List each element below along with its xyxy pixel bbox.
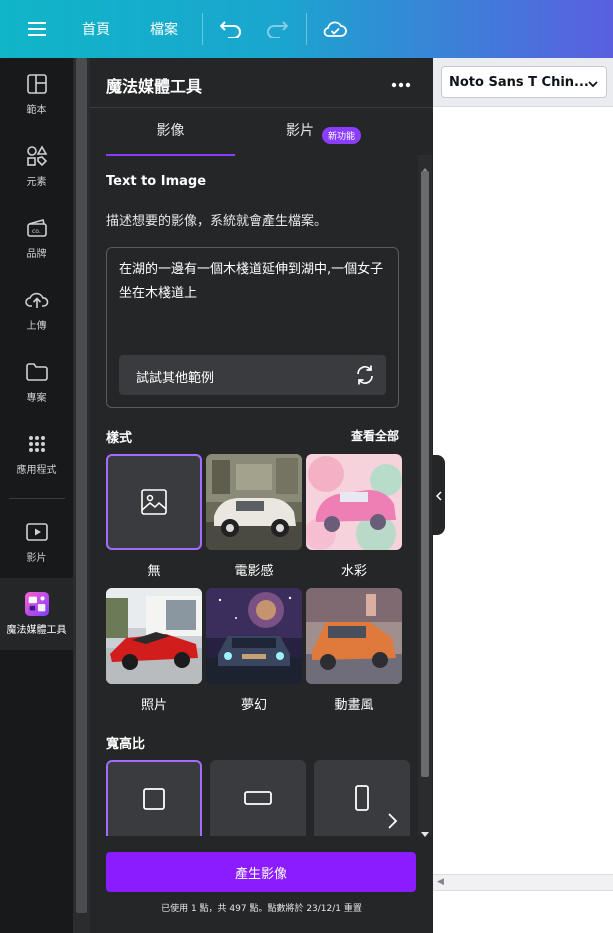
font-family-select[interactable]: Noto Sans T Chin... <box>441 66 607 98</box>
image-placeholder-icon <box>141 489 167 519</box>
sidebar-item-label: 品牌 <box>26 249 47 260</box>
sidebar-item-label: 魔法媒體工具 <box>6 625 67 636</box>
magic-media-icon <box>24 592 49 616</box>
home-link[interactable]: 首頁 <box>70 0 122 58</box>
style-label: 水彩 <box>340 564 367 579</box>
hamburger-menu-icon[interactable] <box>18 0 56 58</box>
sidebar-item-label: 範本 <box>26 105 47 116</box>
style-label: 夢幻 <box>240 698 267 713</box>
chevron-down-icon <box>587 75 599 94</box>
elements-icon <box>25 144 49 168</box>
tab-image[interactable]: 影像 <box>106 120 235 156</box>
see-all-link[interactable]: 查看全部 <box>351 427 399 444</box>
description-text: 描述想要的影像，系統就會產生檔案。 <box>106 214 328 229</box>
square-ratio-icon <box>142 787 166 815</box>
apps-grid-icon <box>25 432 49 456</box>
style-card-photo[interactable] <box>106 588 202 684</box>
portrait-ratio-icon <box>353 784 371 816</box>
sidebar-item-upload[interactable]: 上傳 <box>0 274 73 346</box>
cinematic-thumbnail <box>206 454 302 550</box>
redo-icon[interactable] <box>260 0 294 58</box>
horizontal-scrollbar[interactable]: ◀ <box>433 874 613 890</box>
sidebar-item-label: 影片 <box>26 553 47 564</box>
top-bar: 首頁 檔案 <box>0 0 613 58</box>
sidebar-item-label: 專案 <box>26 393 47 404</box>
folder-icon <box>25 360 49 384</box>
sidebar-item-video[interactable]: 影片 <box>0 506 73 578</box>
refresh-icon <box>354 364 376 390</box>
design-canvas[interactable] <box>433 106 613 874</box>
rail-scrollbar[interactable] <box>73 58 90 933</box>
style-card-none[interactable] <box>106 454 202 550</box>
try-examples-button[interactable]: 試試其他範例 <box>119 355 386 395</box>
prompt-text[interactable]: 在湖的一邊有一個木棧道延伸到湖中,一個女子坐在木棧道上 <box>119 258 389 306</box>
magic-media-panel: 魔法媒體工具 影像 影片 新功能 Text to Image 描述想要的影像，系… <box>90 58 433 933</box>
divider <box>306 13 307 45</box>
divider <box>202 13 203 45</box>
style-card-watercolor[interactable] <box>306 454 402 550</box>
style-card-cinematic[interactable] <box>206 454 302 550</box>
new-feature-badge: 新功能 <box>322 127 362 144</box>
sidebar-item-elements[interactable]: 元素 <box>0 130 73 202</box>
tab-label: 影像 <box>156 123 185 139</box>
sidebar-item-label: 上傳 <box>26 321 47 332</box>
cloud-saved-icon[interactable] <box>318 0 352 58</box>
font-select-value: Noto Sans T Chin... <box>449 75 589 90</box>
brand-icon: co. <box>25 216 49 240</box>
dreamy-thumbnail <box>206 588 302 684</box>
style-label: 電影感 <box>234 564 274 579</box>
sidebar-divider <box>9 498 65 499</box>
style-label: 動畫風 <box>334 698 374 713</box>
sidebar-item-templates[interactable]: 範本 <box>0 58 73 130</box>
section-title: Text to Image <box>106 174 207 189</box>
style-card-anime[interactable] <box>306 588 402 684</box>
aspect-ratio-title: 寬高比 <box>106 737 146 752</box>
collapse-panel-handle[interactable] <box>433 455 445 535</box>
sidebar-item-magic-media[interactable]: 魔法媒體工具 <box>0 578 73 650</box>
rail-scrollbar-thumb[interactable] <box>76 58 87 913</box>
style-label: 照片 <box>140 698 167 713</box>
chevron-left-icon <box>435 486 442 505</box>
generate-image-button[interactable]: 產生影像 <box>106 852 416 892</box>
watercolor-thumbnail <box>306 454 402 550</box>
more-options-icon[interactable] <box>391 72 411 93</box>
try-examples-label: 試試其他範例 <box>136 371 215 386</box>
landscape-ratio-icon <box>243 789 273 811</box>
bottom-area <box>433 890 613 933</box>
style-card-dreamy[interactable] <box>206 588 302 684</box>
anime-thumbnail <box>306 588 402 684</box>
undo-icon[interactable] <box>214 0 248 58</box>
sidebar-item-apps[interactable]: 應用程式 <box>0 418 73 490</box>
prompt-textarea[interactable]: 在湖的一邊有一個木棧道延伸到湖中,一個女子坐在木棧道上 試試其他範例 <box>106 247 399 408</box>
photo-thumbnail <box>106 588 202 684</box>
panel-scrollbar-thumb[interactable] <box>421 171 429 777</box>
style-label: 無 <box>147 564 161 579</box>
usage-note: 已使用 1 點，共 497 點。點數將於 23/12/1 重置 <box>161 904 362 914</box>
aspect-option-square[interactable] <box>106 760 202 840</box>
styles-title: 樣式 <box>106 431 133 446</box>
sidebar-item-projects[interactable]: 專案 <box>0 346 73 418</box>
upload-icon <box>24 288 49 312</box>
sidebar-item-label: 應用程式 <box>16 465 57 476</box>
templates-icon <box>25 72 49 96</box>
video-icon <box>25 520 49 544</box>
chevron-right-icon[interactable] <box>386 812 398 834</box>
scroll-left-icon[interactable]: ◀ <box>437 877 444 887</box>
sidebar-item-label: 元素 <box>26 177 47 188</box>
svg-text:co.: co. <box>32 228 41 235</box>
file-menu[interactable]: 檔案 <box>138 0 190 58</box>
sidebar-item-brand[interactable]: co. 品牌 <box>0 202 73 274</box>
panel-scrollbar[interactable] <box>418 155 432 837</box>
panel-header: 魔法媒體工具 <box>90 58 433 108</box>
scroll-down-icon[interactable] <box>421 823 429 842</box>
left-sidebar: 範本 元素 co. 品牌 上傳 專案 應用程式 影片 魔法媒體工具 <box>0 58 73 933</box>
panel-title: 魔法媒體工具 <box>106 77 203 96</box>
tab-video[interactable]: 影片 <box>270 120 330 156</box>
aspect-option-landscape[interactable] <box>210 760 306 840</box>
tab-label: 影片 <box>286 123 314 139</box>
